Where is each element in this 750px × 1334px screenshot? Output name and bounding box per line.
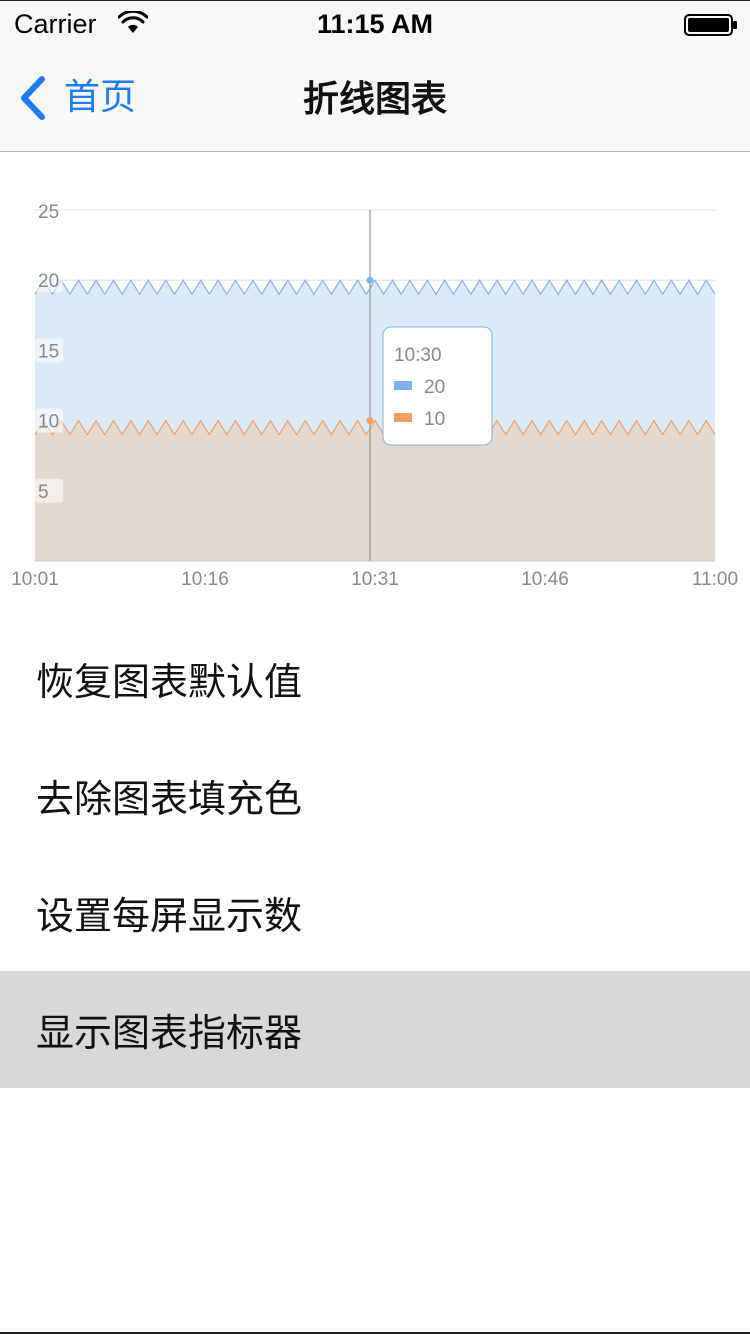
indicator-dot-1 [366,417,374,425]
y-tick-label: 25 [38,202,59,223]
x-tick-label: 11:00 [692,569,738,590]
menu-item-show-indicator[interactable]: 显示图表指标器 [0,971,750,1088]
x-tick-label: 10:01 [11,569,59,590]
tooltip-x-label: 10:30 [394,345,442,366]
navigation-bar: 首页 折线图表 [0,40,750,152]
line-chart-canvas[interactable]: 5 10 15 20 25 10:01 10:16 10:31 10:46 11:00 10:30 2… [0,152,750,612]
y-tick-label: 5 [38,482,49,503]
status-bar: Carrier 11:15 AM [0,0,750,41]
x-tick-label: 10:46 [521,569,569,590]
battery-icon [684,14,737,36]
page-title: 折线图表 [302,79,447,120]
series-fill-1 [35,420,715,561]
line-chart[interactable]: 5 10 15 20 25 10:01 10:16 10:31 10:46 11:00 10:30 2… [0,152,750,612]
menu-item-set-visible-count[interactable]: 设置每屏显示数 [0,854,750,971]
y-tick-label: 10 [38,412,59,433]
status-time: 11:15 AM [316,9,434,39]
x-tick-label: 10:31 [351,569,399,590]
menu-item-reset-defaults[interactable]: 恢复图表默认值 [0,620,750,737]
tooltip-value-1: 10 [424,409,445,430]
tooltip-swatch-1 [394,413,412,422]
y-tick-label: 15 [38,341,59,362]
x-tick-label: 10:16 [181,569,229,590]
y-tick-label: 20 [38,271,59,292]
indicator-dot-0 [366,276,374,284]
options-menu: 恢复图表默认值 去除图表填充色 设置每屏显示数 显示图表指标器 [0,620,750,1088]
menu-item-remove-fill[interactable]: 去除图表填充色 [0,737,750,854]
tooltip-value-0: 20 [424,377,445,398]
tooltip-swatch-0 [394,381,412,390]
